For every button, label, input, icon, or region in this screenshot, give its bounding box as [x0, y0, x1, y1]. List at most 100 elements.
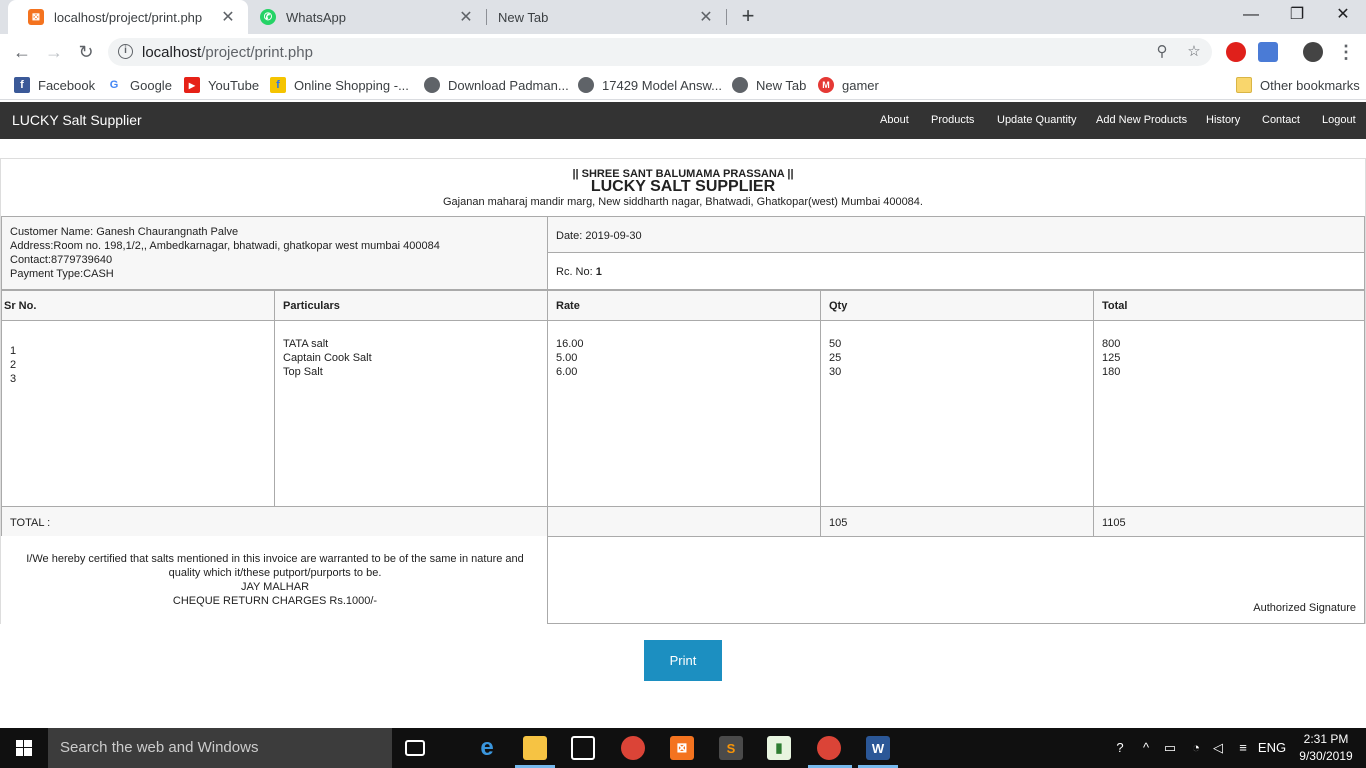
receipt-value: 1 [595, 266, 602, 278]
start-button[interactable] [0, 728, 48, 768]
close-tab-icon[interactable]: ✕ [220, 7, 236, 27]
particulars-column: TATA salt Captain Cook Salt Top Salt [274, 320, 548, 507]
volume-icon[interactable]: ◁ [1208, 728, 1228, 768]
table-cell-rate: 16.00 [556, 338, 584, 350]
tab-title: localhost/project/print.php [54, 9, 203, 25]
bookmark-youtube[interactable]: ▶ YouTube [184, 76, 259, 94]
notification-icon[interactable]: ≡ [1233, 728, 1253, 768]
close-window-icon[interactable]: ✕ [1320, 0, 1366, 30]
minimize-icon[interactable]: — [1228, 0, 1274, 30]
column-header-label: Rate [556, 300, 580, 312]
wifi-icon[interactable]: ◔ [1186, 728, 1206, 768]
taskbar-clock[interactable]: 2:31 PM 9/30/2019 [1290, 731, 1362, 765]
column-header-total: Total [1093, 290, 1365, 321]
chart-app-icon[interactable]: ▮ [767, 736, 791, 760]
address-bar[interactable]: i localhost/project/print.php ⚲ ☆ [108, 38, 1212, 66]
url-path: /project/print.php [201, 44, 313, 61]
chrome-icon[interactable] [621, 736, 645, 760]
invoice-company-address: Gajanan maharaj mandir marg, New siddhar… [443, 196, 923, 208]
folder-icon [1236, 77, 1252, 93]
nav-about[interactable]: About [880, 114, 909, 126]
menu-dots-icon[interactable]: ⋮ [1334, 40, 1358, 64]
windows-logo-icon [16, 740, 32, 756]
customer-address: Address:Room no. 198,1/2,, Ambedkarnagar… [10, 240, 440, 252]
bookmark-google[interactable]: G Google [106, 76, 172, 94]
table-cell-total: 800 [1102, 338, 1121, 350]
restore-icon[interactable]: ❐ [1274, 0, 1320, 30]
invoice: || SHREE SANT BALUMAMA PRASSANA || LUCKY… [0, 158, 1366, 624]
windows-taskbar: Search the web and Windows e ⊠ S ▮ W ? ^… [0, 728, 1366, 768]
chevron-up-icon[interactable]: ^ [1138, 728, 1154, 768]
sublime-text-icon[interactable]: S [719, 736, 743, 760]
cheque-return-note: CHEQUE RETURN CHARGES Rs.1000/- [172, 595, 378, 607]
facebook-icon: f [14, 77, 30, 93]
back-icon[interactable]: ← [10, 40, 34, 64]
opera-extension-icon[interactable] [1226, 42, 1246, 62]
receipt-label: Rc. No: [556, 266, 596, 278]
column-header-label: Total [1102, 300, 1128, 312]
receipt-number-cell: Rc. No: 1 [547, 252, 1365, 290]
certification-text-block: I/We hereby certified that salts mention… [15, 552, 535, 608]
store-icon[interactable] [571, 736, 595, 760]
nav-update-quantity[interactable]: Update Quantity [997, 114, 1077, 126]
battery-icon[interactable]: ▭ [1160, 728, 1180, 768]
tab-print-php[interactable]: ⊠ localhost/project/print.php ✕ [8, 0, 248, 34]
rate-column: 16.00 5.00 6.00 [547, 320, 821, 507]
reload-icon[interactable]: ↻ [74, 40, 98, 64]
bookmark-star-icon[interactable]: ☆ [1184, 42, 1204, 62]
file-explorer-icon[interactable] [523, 736, 547, 760]
bookmark-model-answer[interactable]: 17429 Model Answ... [578, 76, 722, 94]
total-label-cell: TOTAL : [1, 506, 548, 537]
tab-whatsapp[interactable]: ✆ WhatsApp ✕ [248, 0, 486, 34]
table-cell-rate: 6.00 [556, 366, 578, 378]
certification-block: I/We hereby certified that salts mention… [1, 536, 548, 624]
table-cell-rate: 5.00 [556, 352, 578, 364]
bookmark-download-padman[interactable]: Download Padman... [424, 76, 569, 94]
sr-column: 1 2 3 [1, 320, 275, 507]
clock-time: 2:31 PM [1303, 732, 1349, 746]
bookmark-label: Download Padman... [448, 77, 569, 93]
bookmark-label: Facebook [38, 77, 96, 93]
bookmark-online-shopping[interactable]: f Online Shopping -... [270, 76, 409, 94]
tab-new-tab[interactable]: New Tab ✕ [486, 0, 726, 34]
bookmark-label: New Tab [756, 77, 807, 93]
task-view-icon[interactable] [405, 740, 425, 756]
new-tab-button[interactable]: + [736, 4, 760, 28]
table-cell-qty: 50 [829, 338, 842, 350]
column-header-particulars: Particulars [274, 290, 548, 321]
url-host: localhost [142, 44, 202, 61]
print-button[interactable]: Print [644, 640, 722, 681]
taskbar-search-box[interactable]: Search the web and Windows [48, 728, 392, 768]
table-cell-total: 180 [1102, 366, 1121, 378]
nav-add-new-products[interactable]: Add New Products [1096, 114, 1187, 126]
nav-history[interactable]: History [1206, 114, 1240, 126]
forward-icon[interactable]: → [42, 40, 66, 64]
translate-extension-icon[interactable] [1258, 42, 1278, 62]
zoom-icon[interactable]: ⚲ [1152, 42, 1172, 62]
profile-avatar[interactable] [1303, 42, 1323, 62]
edge-icon[interactable]: e [475, 734, 499, 761]
column-header-label: Particulars [283, 300, 340, 312]
customer-details: Customer Name: Ganesh Chaurangnath Palve… [1, 216, 548, 290]
qty-column: 50 25 30 [820, 320, 1094, 507]
word-icon[interactable]: W [866, 736, 890, 760]
close-tab-icon[interactable]: ✕ [698, 7, 714, 27]
xampp-taskbar-icon[interactable]: ⊠ [670, 736, 694, 760]
nav-products[interactable]: Products [931, 114, 974, 126]
total-qty: 105 [829, 517, 848, 529]
help-icon[interactable]: ? [1108, 728, 1132, 768]
nav-logout[interactable]: Logout [1322, 114, 1356, 126]
nav-contact[interactable]: Contact [1262, 114, 1300, 126]
bookmark-facebook[interactable]: f Facebook [14, 76, 95, 94]
site-info-icon[interactable]: i [118, 44, 133, 59]
site-navbar: LUCKY Salt Supplier About Products Updat… [0, 102, 1366, 139]
gmail-icon: M [818, 77, 834, 93]
language-indicator[interactable]: ENG [1256, 728, 1288, 768]
site-brand[interactable]: LUCKY Salt Supplier [12, 112, 142, 128]
address-url[interactable]: localhost/project/print.php [142, 44, 313, 61]
bookmark-gamer[interactable]: Mgamer [818, 76, 879, 94]
bookmark-other[interactable]: Other bookmarks [1236, 76, 1360, 94]
youtube-icon: ▶ [184, 77, 200, 93]
bookmark-new-tab[interactable]: New Tab [732, 76, 806, 94]
close-tab-icon[interactable]: ✕ [458, 7, 474, 27]
